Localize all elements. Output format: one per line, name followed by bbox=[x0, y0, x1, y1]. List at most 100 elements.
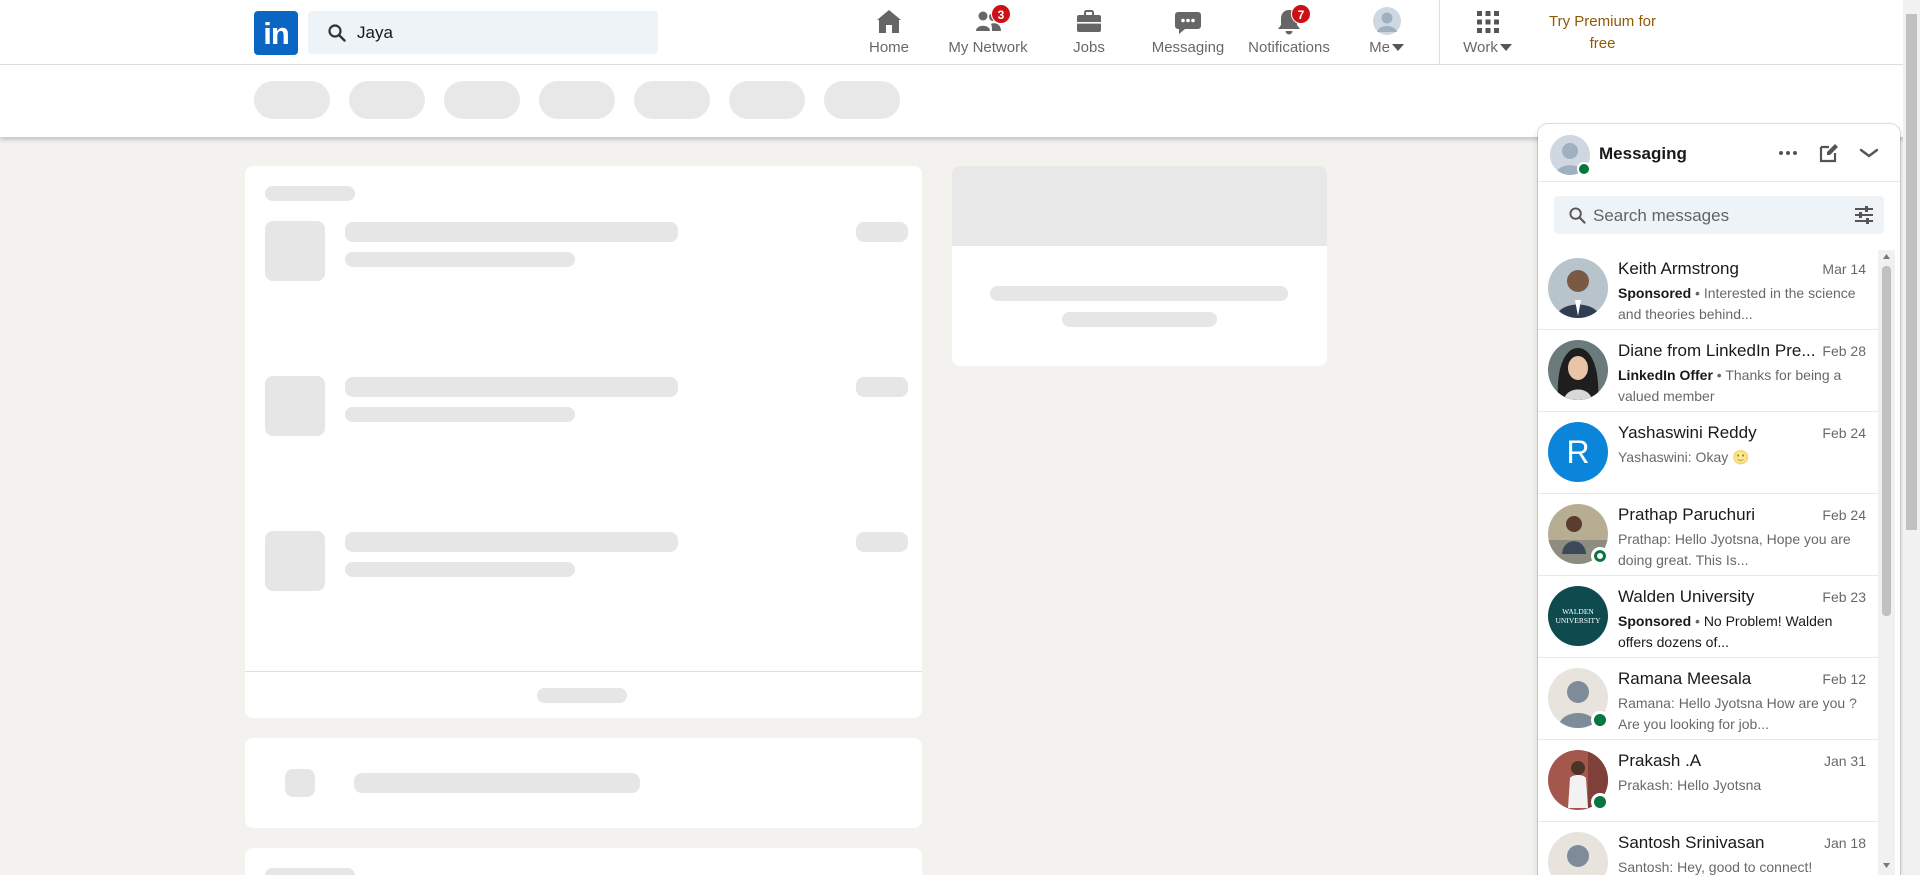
messaging-header[interactable]: Messaging bbox=[1538, 124, 1900, 182]
contact-name: Ramana Meesala bbox=[1618, 669, 1752, 688]
message-preview: Yashaswini: Okay 🙂 bbox=[1618, 449, 1750, 465]
messaging-title: Messaging bbox=[1599, 144, 1687, 163]
message-preview: Sponsored • No Problem! Walden offers do… bbox=[1618, 613, 1833, 650]
nav-divider bbox=[1439, 0, 1440, 64]
filter-icon[interactable] bbox=[1854, 206, 1874, 224]
try-premium-link[interactable]: Try Premium for free bbox=[1540, 11, 1665, 55]
contact-avatar bbox=[1548, 832, 1608, 875]
skeleton-thumb bbox=[265, 376, 325, 436]
messaging-icon bbox=[1175, 12, 1201, 34]
contact-name: Diane from LinkedIn Pre... bbox=[1618, 341, 1816, 360]
home-icon bbox=[877, 10, 901, 33]
nav-home[interactable]: Home bbox=[859, 0, 919, 64]
skeleton-banner bbox=[952, 166, 1327, 246]
message-date: Feb 28 bbox=[1822, 343, 1866, 359]
skeleton-side-card bbox=[952, 166, 1327, 366]
contact-avatar bbox=[1548, 258, 1608, 318]
skeleton-thumb bbox=[265, 531, 325, 591]
conversation-scrollbar[interactable] bbox=[1878, 250, 1895, 875]
notifications-badge: 7 bbox=[1291, 4, 1311, 24]
more-options-icon[interactable] bbox=[1776, 141, 1800, 165]
nav-label: Notifications bbox=[1248, 39, 1330, 56]
online-status-dot bbox=[1577, 162, 1591, 176]
message-preview: LinkedIn Offer • Thanks for being a valu… bbox=[1618, 367, 1842, 404]
conversation-item[interactable]: Santosh Srinivasan Jan 18 Santosh: Hey, … bbox=[1538, 822, 1878, 875]
skeleton-results-card bbox=[245, 166, 922, 718]
skeleton-line bbox=[1062, 312, 1217, 327]
skeleton-heading bbox=[265, 868, 355, 875]
contact-avatar: WALDEN UNIVERSITY bbox=[1548, 586, 1608, 646]
online-status-dot bbox=[1591, 711, 1609, 729]
skeleton-line bbox=[345, 252, 575, 267]
conversation-item[interactable]: Diane from LinkedIn Pre... Feb 28 Linked… bbox=[1538, 330, 1878, 412]
messaging-overlay: Messaging Search messages Keith Armstron… bbox=[1538, 124, 1900, 875]
message-preview: Santosh: Hey, good to connect! bbox=[1618, 859, 1813, 875]
conversation-item[interactable]: Prathap Paruchuri Feb 24 Prathap: Hello … bbox=[1538, 494, 1878, 576]
linkedin-logo[interactable]: in bbox=[254, 11, 298, 55]
message-date: Feb 24 bbox=[1822, 425, 1866, 441]
chevron-down-icon[interactable] bbox=[1857, 141, 1881, 165]
scroll-up-arrow-icon[interactable] bbox=[1882, 253, 1891, 260]
scrollbar-thumb[interactable] bbox=[1882, 266, 1891, 616]
contact-name: Prathap Paruchuri bbox=[1618, 505, 1756, 524]
nav-notifications[interactable]: 7 Notifications bbox=[1246, 0, 1332, 64]
message-preview: Ramana: Hello Jyotsna How are you ? Are … bbox=[1618, 695, 1857, 732]
network-badge: 3 bbox=[991, 4, 1011, 24]
nav-label: My Network bbox=[948, 39, 1028, 56]
skeleton-line bbox=[345, 562, 575, 577]
skeleton-line bbox=[345, 222, 678, 242]
contact-name: Santosh Srinivasan bbox=[1618, 833, 1765, 852]
global-search-input[interactable]: Jaya bbox=[308, 11, 658, 54]
avatar-icon bbox=[1373, 7, 1401, 35]
search-value[interactable]: Jaya bbox=[357, 23, 393, 43]
message-date: Jan 31 bbox=[1823, 753, 1866, 769]
skeleton-action bbox=[856, 222, 908, 242]
conversation-item[interactable]: Prakash .A Jan 31 Prakash: Hello Jyotsna bbox=[1538, 740, 1878, 822]
nav-my-network[interactable]: 3 My Network bbox=[944, 0, 1032, 64]
skeleton-line bbox=[990, 286, 1288, 301]
conversation-item[interactable]: R Yashaswini Reddy Feb 24 Yashaswini: Ok… bbox=[1538, 412, 1878, 494]
nav-jobs[interactable]: Jobs bbox=[1064, 0, 1114, 64]
skeleton-line bbox=[345, 532, 678, 552]
page-scrollbar[interactable] bbox=[1903, 0, 1920, 875]
skeleton-action bbox=[856, 377, 908, 397]
skeleton-action bbox=[856, 532, 908, 552]
conversation-item[interactable]: Keith Armstrong Mar 14 Sponsored • Inter… bbox=[1538, 248, 1878, 330]
message-date: Feb 24 bbox=[1822, 507, 1866, 523]
skeleton-pill bbox=[539, 81, 615, 119]
nav-work[interactable]: Work bbox=[1460, 0, 1516, 64]
briefcase-icon bbox=[1077, 10, 1101, 32]
conversation-item[interactable]: Ramana Meesala Feb 12 Ramana: Hello Jyot… bbox=[1538, 658, 1878, 740]
skeleton-line bbox=[345, 407, 575, 422]
skeleton-footer bbox=[537, 688, 627, 703]
skeleton-heading bbox=[265, 186, 355, 201]
skeleton-pill bbox=[729, 81, 805, 119]
online-status-dot bbox=[1591, 793, 1609, 811]
message-preview: Prakash: Hello Jyotsna bbox=[1618, 777, 1762, 793]
nav-label: Home bbox=[868, 39, 909, 56]
scroll-down-arrow-icon[interactable] bbox=[1882, 862, 1891, 869]
conversation-item[interactable]: WALDEN UNIVERSITY Walden University Feb … bbox=[1538, 576, 1878, 658]
skeleton-pill bbox=[254, 81, 330, 119]
nav-label: Work bbox=[1460, 39, 1516, 56]
caret-down-icon bbox=[1499, 44, 1512, 51]
contact-name: Keith Armstrong bbox=[1618, 259, 1739, 278]
skeleton-thumb bbox=[265, 221, 325, 281]
nav-label: Messaging bbox=[1151, 39, 1225, 56]
nav-me[interactable]: Me bbox=[1362, 0, 1412, 64]
message-tag: LinkedIn Offer bbox=[1618, 367, 1713, 383]
search-placeholder: Search messages bbox=[1593, 206, 1730, 225]
search-messages-input[interactable]: Search messages bbox=[1554, 196, 1884, 234]
contact-name: Prakash .A bbox=[1618, 751, 1702, 770]
nav-messaging[interactable]: Messaging bbox=[1150, 0, 1226, 64]
message-tag: Sponsored bbox=[1618, 285, 1692, 301]
skeleton-pill bbox=[824, 81, 900, 119]
skeleton-pill bbox=[444, 81, 520, 119]
skeleton-thumb bbox=[285, 769, 315, 797]
skeleton-pill bbox=[349, 81, 425, 119]
scrollbar-thumb[interactable] bbox=[1906, 14, 1917, 530]
card-divider bbox=[245, 671, 922, 672]
compose-icon[interactable] bbox=[1817, 141, 1841, 165]
skeleton-line bbox=[354, 773, 640, 793]
search-icon bbox=[328, 24, 346, 42]
